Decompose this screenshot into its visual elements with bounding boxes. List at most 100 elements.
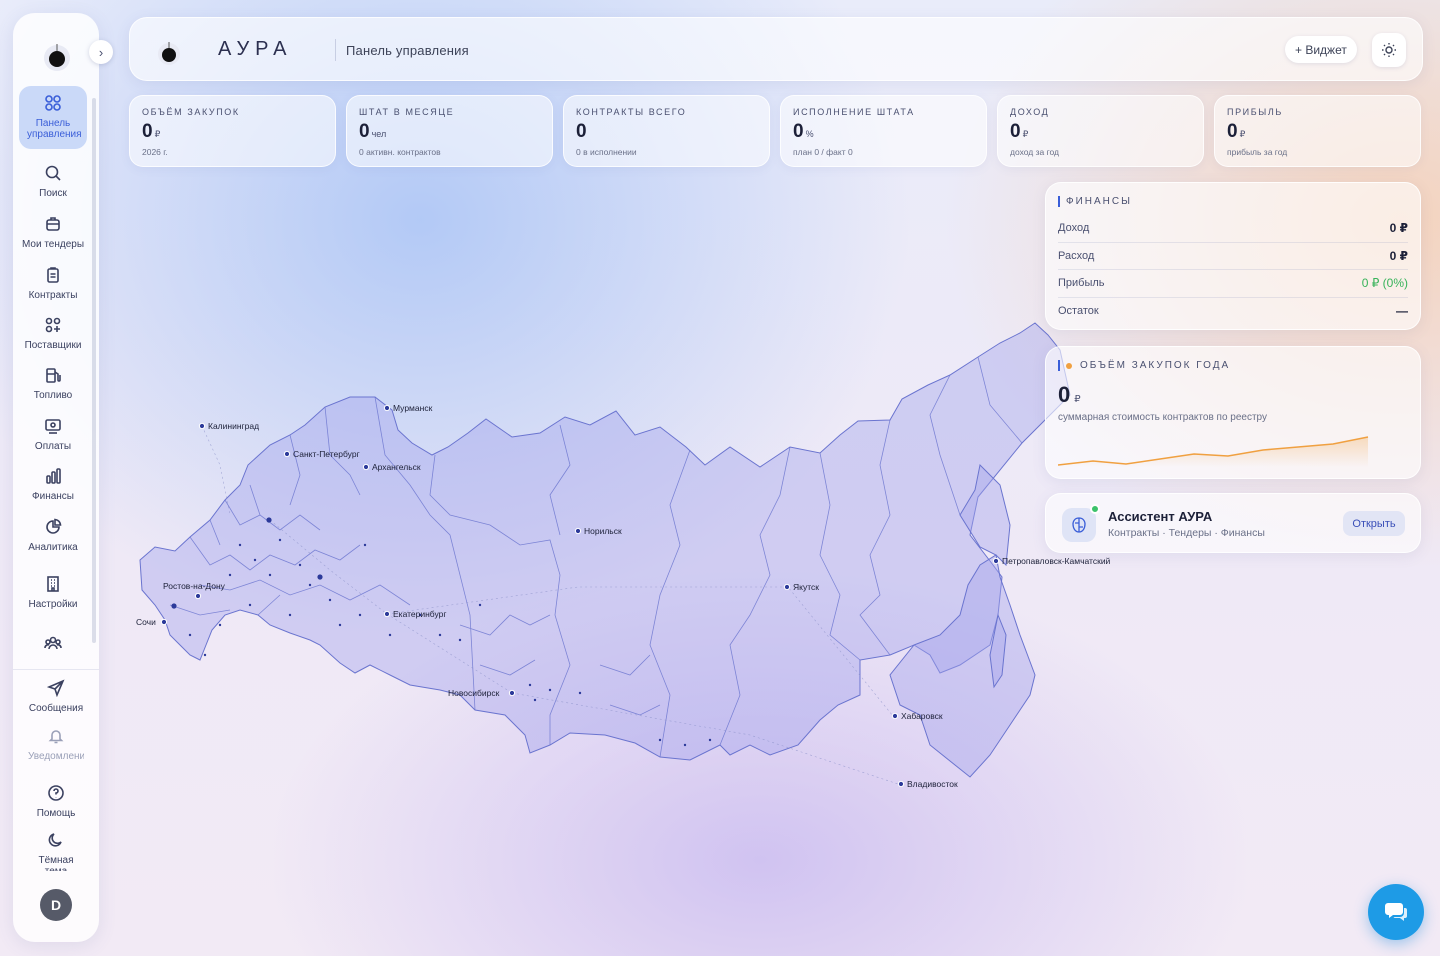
brand-name: АУРА xyxy=(218,38,293,60)
sidebar-item-settings[interactable]: Настройки xyxy=(19,575,87,610)
chat-icon xyxy=(1385,903,1407,921)
sidebar-item-dark-theme[interactable]: Тёмная тема xyxy=(22,831,90,871)
sidebar-item-label: Поиск xyxy=(39,188,67,199)
top-header: АУРА Панель управления + Виджет xyxy=(129,17,1423,81)
sidebar-item-messages[interactable]: Сообщения xyxy=(22,679,90,714)
stat-value: 0% xyxy=(793,121,814,142)
accent-bar xyxy=(1058,196,1060,207)
city-marker xyxy=(198,422,206,430)
sidebar-item-finance[interactable]: Финансы xyxy=(19,467,87,502)
stat-label: ОБЪЁМ ЗАКУПОК xyxy=(142,107,240,117)
sidebar-item-contracts[interactable]: Контракты xyxy=(19,266,87,301)
send-icon xyxy=(47,679,65,697)
stat-value: 0 ₽ xyxy=(1010,121,1029,142)
sidebar-item-team[interactable] xyxy=(19,634,87,658)
moon-icon xyxy=(48,833,62,847)
stat-sub: план 0 / факт 0 xyxy=(793,147,853,157)
brain-icon xyxy=(1072,517,1086,533)
page-title: Панель управления xyxy=(346,43,469,58)
city-marker xyxy=(383,404,391,412)
city-label: Архангельск xyxy=(372,462,421,472)
sidebar-item-payments[interactable]: Оплаты xyxy=(19,417,87,452)
stat-card-income[interactable]: ДОХОД 0 ₽ доход за год xyxy=(997,95,1204,167)
chat-button[interactable] xyxy=(1368,884,1424,940)
finance-value: 0 ₽ xyxy=(1389,221,1408,236)
sidebar-item-search[interactable]: Поиск xyxy=(19,164,87,199)
finance-panel: ФИНАНСЫ Доход 0 ₽ Расход 0 ₽ Прибыль 0 ₽… xyxy=(1045,182,1421,330)
sidebar-item-notifications[interactable]: Уведомления xyxy=(22,727,90,767)
sidebar-item-fuel[interactable]: Топливо xyxy=(19,366,87,401)
city-label: Новосибирск xyxy=(448,688,500,698)
city-marker xyxy=(783,583,791,591)
pie-chart-icon xyxy=(46,518,62,534)
stat-card-staff-execution[interactable]: ИСПОЛНЕНИЕ ШТАТА 0% план 0 / факт 0 xyxy=(780,95,987,167)
sidebar-divider xyxy=(13,669,99,670)
finance-row: Расход 0 ₽ xyxy=(1058,243,1408,270)
city-label: Петропавловск-Камчатский xyxy=(1002,556,1111,566)
sidebar-toggle-button[interactable]: › xyxy=(89,40,113,64)
online-status-dot xyxy=(1090,504,1100,514)
purchase-volume-panel: ОБЪЁМ ЗАКУПОК ГОДА 0 ₽ суммарная стоимост… xyxy=(1045,346,1421,479)
city-label: Санкт-Петербург xyxy=(293,449,360,459)
stat-sub: 0 активн. контрактов xyxy=(359,147,441,157)
add-widget-button[interactable]: + Виджет xyxy=(1285,36,1357,63)
city-marker xyxy=(508,689,516,697)
city-label: Сочи xyxy=(136,617,156,627)
building-icon xyxy=(47,576,59,592)
search-icon xyxy=(45,165,61,181)
finance-value: 0 ₽ (0%) xyxy=(1361,276,1408,291)
city-marker xyxy=(362,463,370,471)
volume-sub: суммарная стоимость контрактов по реестр… xyxy=(1058,412,1268,423)
finance-label: Остаток xyxy=(1058,305,1099,318)
sidebar-item-dashboard[interactable]: Панель управления xyxy=(19,86,87,149)
stat-sub: доход за год xyxy=(1010,147,1060,157)
sidebar-item-label: Мои тендеры xyxy=(21,239,85,250)
assistant-panel[interactable]: Ассистент АУРА Контракты · Тендеры · Фин… xyxy=(1045,493,1421,553)
avatar[interactable]: D xyxy=(40,889,72,921)
city-marker xyxy=(992,557,1000,565)
sun-icon xyxy=(1382,43,1396,57)
stat-card-staff[interactable]: ШТАТ В МЕСЯЦЕ 0 чел 0 активн. контрактов xyxy=(346,95,553,167)
sidebar-item-tenders[interactable]: Мои тендеры xyxy=(19,215,87,250)
city-label: Ростов-на-Дону xyxy=(163,581,226,591)
city-label: Хабаровск xyxy=(901,711,943,721)
sidebar-item-suppliers[interactable]: Поставщики xyxy=(19,316,87,351)
finance-row: Доход 0 ₽ xyxy=(1058,215,1408,243)
russia-map[interactable]: Калининград Мурманск Санкт-Петербург Арх… xyxy=(130,315,1140,805)
sidebar-item-help[interactable]: Помощь xyxy=(22,784,90,819)
assistant-title: Ассистент АУРА xyxy=(1108,509,1213,524)
finance-label: Доход xyxy=(1058,222,1090,235)
city-marker xyxy=(897,780,905,788)
finance-list: Доход 0 ₽ Расход 0 ₽ Прибыль 0 ₽ (0%) Ос… xyxy=(1058,215,1408,325)
suppliers-icon xyxy=(45,317,61,333)
sidebar-item-analytics[interactable]: Аналитика xyxy=(19,518,87,553)
stat-label: ИСПОЛНЕНИЕ ШТАТА xyxy=(793,107,915,117)
city-marker xyxy=(891,712,899,720)
city-marker xyxy=(160,618,168,626)
finance-row: Прибыль 0 ₽ (0%) xyxy=(1058,270,1408,298)
sidebar-item-label: Оплаты xyxy=(34,441,72,452)
stat-value: 0 чел xyxy=(359,121,387,142)
stat-card-purchase-volume[interactable]: ОБЪЁМ ЗАКУПОК 0 ₽ 2026 г. xyxy=(129,95,336,167)
stat-card-profit[interactable]: ПРИБЫЛЬ 0 ₽ прибыль за год xyxy=(1214,95,1421,167)
city-label: Якутск xyxy=(793,582,819,592)
stat-value: 0 xyxy=(576,121,587,142)
city-label: Калининград xyxy=(208,421,259,431)
finance-value: — xyxy=(1396,304,1408,319)
open-assistant-button[interactable]: Открыть xyxy=(1343,511,1405,536)
sidebar-item-label: Сообщения xyxy=(28,703,84,714)
stat-card-contracts[interactable]: КОНТРАКТЫ ВСЕГО 0 0 в исполнении xyxy=(563,95,770,167)
finance-row: Остаток — xyxy=(1058,298,1408,326)
sidebar-scrollbar[interactable] xyxy=(92,98,96,643)
aura-logo-icon xyxy=(158,42,180,65)
stat-sub: 2026 г. xyxy=(142,147,168,157)
sidebar: › Панель управления Поиск Мои тендеры Ко… xyxy=(13,13,113,942)
sidebar-item-label: Контракты xyxy=(28,290,78,301)
volume-sparkline xyxy=(1058,436,1369,467)
orange-dot xyxy=(1066,362,1072,369)
city-label: Владивосток xyxy=(907,779,958,789)
finance-label: Расход xyxy=(1058,249,1095,262)
theme-toggle-button[interactable] xyxy=(1372,33,1406,67)
finance-label: Прибыль xyxy=(1058,277,1105,290)
clipboard-icon xyxy=(47,267,59,283)
